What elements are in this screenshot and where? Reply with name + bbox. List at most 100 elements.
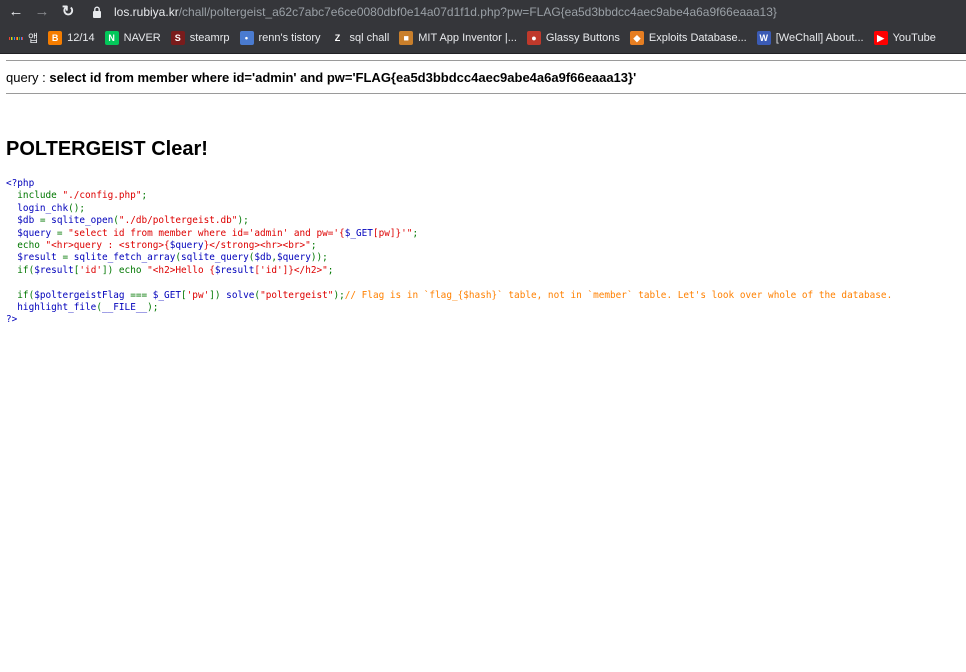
code-token: include (6, 190, 63, 202)
code-token: $db (6, 215, 40, 227)
url-host: los.rubiya.kr (114, 4, 179, 19)
code-token: }</strong><hr><br>" (203, 240, 311, 252)
code-token: = (56, 227, 69, 239)
code-token: ); (147, 302, 159, 314)
code-token: ; (310, 240, 317, 252)
code-token: <?php (6, 178, 35, 189)
code-token: 'id' (260, 264, 283, 276)
query-text: select id from member where id='admin' a… (49, 70, 637, 85)
bookmark-label: renn's tistory (258, 32, 321, 44)
code-token: echo (6, 240, 46, 252)
bookmark-item[interactable]: ▶ YouTube (869, 26, 941, 50)
php-source-code: <?php include "./config.php"; login_chk(… (6, 178, 892, 327)
z-icon: Z (330, 31, 345, 45)
back-arrow-icon[interactable]: ← (5, 1, 27, 23)
blogger-icon: B (48, 31, 63, 45)
code-line: $db = sqlite_open("./db/poltergeist.db")… (6, 215, 892, 227)
bookmark-item[interactable]: ● Glassy Buttons (522, 26, 625, 50)
apps-grid-icon (8, 31, 24, 45)
code-token: "./db/poltergeist.db" (118, 215, 238, 227)
code-token: __FILE__ (101, 302, 148, 314)
code-token: ; (412, 227, 419, 239)
bookmark-label: 앱 (28, 33, 39, 45)
naver-icon: N (104, 31, 119, 45)
code-token: "./config.php" (62, 190, 142, 202)
bookmark-label: Glassy Buttons (545, 32, 620, 44)
code-line: echo "<hr>query : <strong>{$query}</stro… (6, 240, 892, 252)
code-token: $result (34, 264, 74, 276)
code-token: 'id' (79, 264, 102, 276)
code-token: === (130, 289, 153, 301)
bookmark-item[interactable]: Zsql chall (326, 26, 395, 50)
code-token: $query (277, 252, 311, 264)
query-label: query : (6, 70, 50, 85)
code-token: (); (68, 202, 86, 214)
code-token: solve (226, 289, 255, 301)
code-line: login_chk(); (6, 203, 892, 215)
code-token: $query (6, 227, 57, 239)
code-token: ]) echo (101, 264, 148, 276)
code-token: = (39, 215, 52, 227)
code-token: $_GET (152, 289, 181, 301)
bookmark-label: 12/14 (67, 32, 95, 44)
code-line: $result = sqlite_fetch_array(sqlite_quer… (6, 252, 892, 264)
code-token: if( (6, 289, 35, 301)
code-line: ?> (6, 314, 892, 326)
url-path: /chall/poltergeist_a62c7abc7e6ce0080dbf0… (178, 4, 777, 19)
code-token: $result (214, 264, 255, 276)
bookmark-label: Exploits Database... (648, 32, 747, 44)
code-line: if($result['id']) echo "<h2>Hello {$resu… (6, 265, 892, 277)
code-line: <?php (6, 178, 892, 190)
glassy-buttons-icon: ● (526, 31, 541, 45)
code-token: ; (141, 190, 148, 202)
code-token: = (62, 252, 74, 264)
code-token: "<h2>Hello { (147, 264, 215, 276)
forward-arrow-icon[interactable]: → (31, 1, 53, 23)
bookmarks-bar: 앱 B 12/14 N NAVER Ssteamrp • renn's tistory Zsql… (0, 23, 966, 54)
code-token: ]}</h2>" (282, 264, 328, 276)
bookmark-item[interactable]: B 12/14 (43, 26, 100, 50)
code-token: 'pw' (186, 289, 210, 301)
address-bar[interactable]: los.rubiya.kr/chall/poltergeist_a62c7abc… (90, 2, 966, 21)
divider (6, 60, 966, 61)
code-token: $query (169, 240, 204, 252)
exploit-db-icon: ◆ (629, 31, 644, 45)
reload-icon[interactable]: ↻ (57, 1, 79, 23)
steamrp-icon: S (170, 31, 185, 45)
bookmark-label: NAVER (123, 32, 161, 44)
code-line: if($poltergeistFlag === $_GET['pw']) sol… (6, 290, 892, 302)
bookmark-item[interactable]: W [WeChall] About... (752, 26, 869, 50)
code-token: "select id from member where id='admin' … (68, 227, 345, 239)
code-token: highlight_file (6, 302, 97, 314)
bookmark-label: MIT App Inventor |... (418, 32, 517, 44)
code-token: [pw] (372, 227, 396, 239)
divider (6, 93, 966, 94)
code-token: "poltergeist" (260, 289, 334, 301)
code-line: highlight_file(__FILE__); (6, 302, 892, 314)
tistory-icon: • (239, 31, 254, 45)
bookmark-label: steamrp (189, 32, 230, 44)
bookmark-label: [WeChall] About... (775, 32, 864, 44)
code-token: }'" (395, 227, 413, 239)
code-token: ]) (209, 289, 227, 301)
wechall-icon: W (756, 31, 771, 45)
bookmark-item[interactable]: 앱 (0, 26, 43, 50)
code-token: "<hr>query : <strong>{ (45, 240, 170, 252)
youtube-icon: ▶ (873, 31, 888, 45)
bookmark-item[interactable]: ◆ Exploits Database... (625, 26, 752, 50)
lock-icon (90, 5, 104, 19)
code-token: $_GET (344, 227, 373, 239)
code-line: include "./config.php"; (6, 190, 892, 202)
bookmark-item[interactable]: ■ MIT App Inventor |... (394, 26, 522, 50)
code-token: if( (6, 264, 35, 276)
bookmark-label: sql chall (349, 32, 390, 44)
code-token: ; (327, 264, 334, 276)
code-line: $query = "select id from member where id… (6, 228, 892, 240)
bookmark-item[interactable]: Ssteamrp (166, 26, 235, 50)
bookmark-label: YouTube (892, 32, 936, 44)
code-token: sqlite_query (181, 252, 249, 264)
bookmark-item[interactable]: N NAVER (100, 26, 166, 50)
code-token: $result (6, 252, 63, 264)
bookmark-item[interactable]: • renn's tistory (235, 26, 326, 50)
